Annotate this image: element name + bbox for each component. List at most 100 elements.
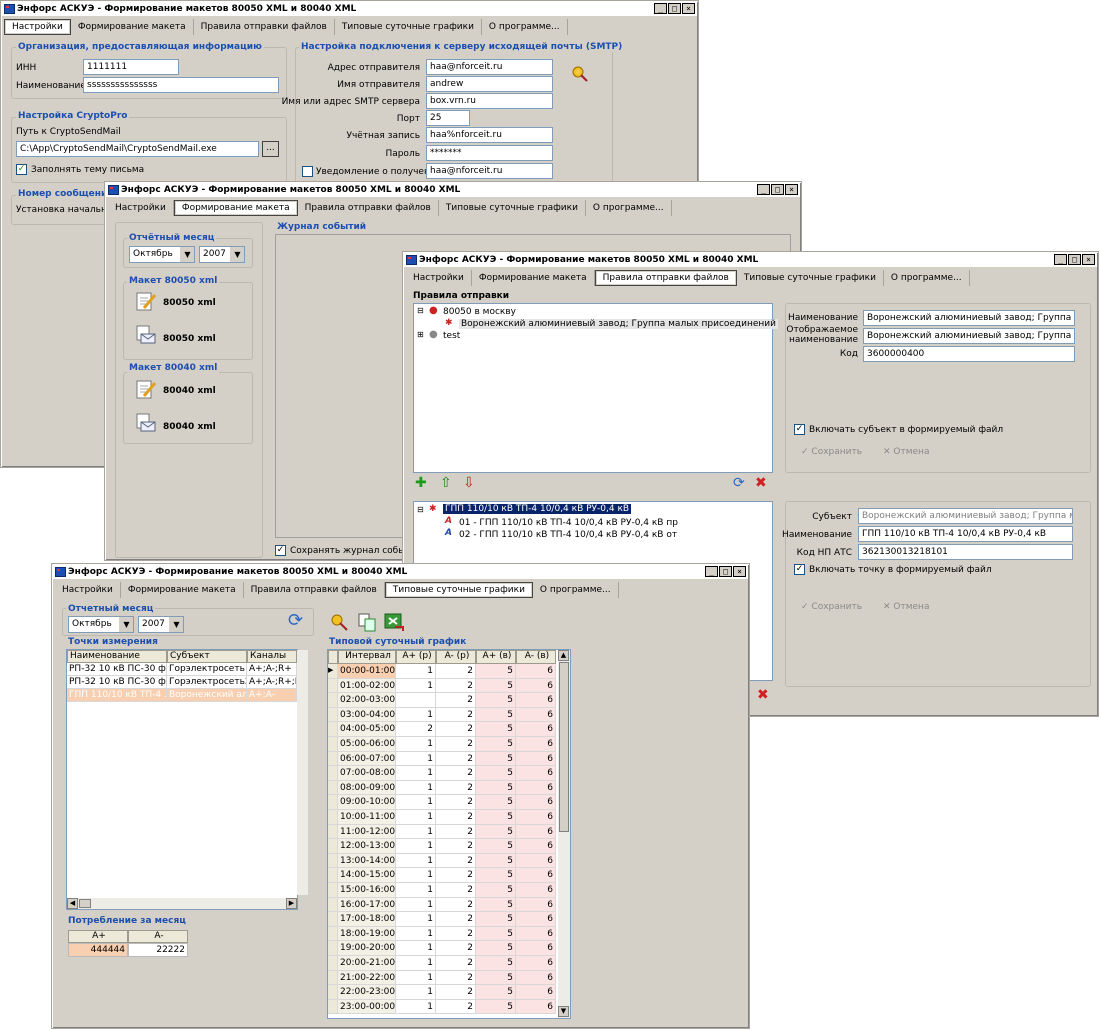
include-point-checkbox[interactable]: ✓ [794,564,805,575]
graph-table-cell[interactable]: 6 [516,693,556,708]
tab-about[interactable]: О программе... [482,19,568,35]
cancel-button[interactable]: ✕ Отмена [883,602,929,612]
send-xml-icon[interactable] [135,324,157,346]
graph-table-cell[interactable]: 01:00-02:00 [338,678,396,694]
tab-form-layout[interactable]: Формирование макета [71,19,194,35]
points-table-cell[interactable]: Горэлектросеть [167,663,247,676]
graph-table-cell[interactable]: 1 [396,810,436,825]
graph-table-cell[interactable]: 2 [436,737,476,752]
graph-table-cell[interactable]: 2 [436,970,476,986]
graph-row-indicator[interactable] [328,926,338,942]
tab-send-rules[interactable]: Правила отправки файлов [594,270,737,286]
graph-table-cell[interactable]: 5 [476,941,516,956]
save-button[interactable]: ✓ Сохранить [801,602,862,612]
graph-row-indicator[interactable]: ▶ [328,664,338,679]
graph-row-indicator[interactable] [328,780,338,796]
close-button[interactable]: × [733,566,746,577]
save-button[interactable]: ✓ Сохранить [801,447,862,457]
graph-row-indicator[interactable] [328,707,338,723]
graph-table-cell[interactable]: 5 [476,780,516,796]
graph-table-cell[interactable]: 5 [476,897,516,913]
graph-table-cell[interactable]: 2 [436,795,476,810]
graph-table-cell[interactable]: 2 [436,707,476,723]
graph-table-cell[interactable]: 5 [476,970,516,986]
graph-table-cell[interactable]: 2 [436,824,476,840]
graph-row-indicator[interactable] [328,941,338,956]
smtp-input[interactable]: ******* [426,145,553,161]
graph-table-cell[interactable]: 5 [476,926,516,942]
graph-table-cell[interactable]: 2 [436,839,476,854]
graph-table-cell[interactable]: 5 [476,985,516,1000]
graph-table-cell[interactable]: 1 [396,912,436,927]
graph-row-indicator[interactable] [328,824,338,840]
tree-expand-icon[interactable]: ⊟ [417,505,424,514]
tree-node[interactable]: test [443,331,460,341]
month-select[interactable]: Октябрь ▼ [68,616,134,633]
graph-table-cell[interactable]: 23:00-00:00 [338,999,396,1015]
graph-column-header[interactable]: Интервал [338,650,396,664]
points-vscroll[interactable] [297,650,308,895]
points-table-cell[interactable]: Горэлектросеть2 [167,676,247,689]
graph-table-cell[interactable]: 6 [516,795,556,810]
smtp-input[interactable]: box.vrn.ru [426,93,553,109]
tab-settings[interactable]: Настройки [4,19,71,35]
graph-table-cell[interactable]: 2 [396,722,436,737]
graph-table-cell[interactable]: 02:00-03:00 [338,693,396,708]
graph-table-cell[interactable]: 16:00-17:00 [338,897,396,913]
crypto-path-input[interactable]: C:\App\CryptoSendMail\CryptoSendMail.exe [16,141,259,157]
graph-table-cell[interactable]: 1 [396,985,436,1000]
graph-table-cell[interactable]: 2 [436,853,476,869]
graph-row-indicator[interactable] [328,722,338,737]
send-80050-button[interactable]: 80050 xml [163,334,216,344]
cancel-button[interactable]: ✕ Отмена [883,447,929,457]
graph-table-cell[interactable]: 2 [436,780,476,796]
graph-row-indicator[interactable] [328,970,338,986]
graph-row-indicator[interactable] [328,956,338,971]
graph-table-cell[interactable]: 6 [516,780,556,796]
title-bar[interactable]: Энфорс АСКУЭ - Формирование макетов 8005… [2,2,697,16]
smtp-input[interactable]: 25 [426,110,470,126]
scroll-left-button[interactable]: ◀ [67,898,78,909]
graph-table-cell[interactable]: 18:00-19:00 [338,926,396,942]
graph-table-cell[interactable]: 00:00-01:00 [338,664,396,679]
graph-table-cell[interactable]: 1 [396,664,436,679]
graph-table-cell[interactable]: 5 [476,912,516,927]
graph-table-cell[interactable]: 6 [516,664,556,679]
graph-table-cell[interactable]: 5 [476,824,516,840]
point-code-input[interactable]: 362130013218101 [858,544,1073,560]
year-select[interactable]: 2007 ▼ [199,246,245,263]
graph-row-indicator[interactable] [328,737,338,752]
tree-node-selected[interactable]: ГПП 110/10 кВ ТП-4 10/0,4 кВ РУ-0,4 кВ [443,504,632,514]
graph-row-indicator[interactable] [328,868,338,883]
refresh-icon[interactable]: ⟳ [733,476,745,490]
delete-icon[interactable]: ✖ [757,688,769,702]
graph-table-cell[interactable]: 13:00-14:00 [338,853,396,869]
export-icon[interactable] [383,611,405,633]
points-table-cell[interactable]: A+;A-;R+;R- [247,676,297,689]
hscroll-thumb[interactable] [79,899,91,908]
graph-column-header[interactable]: A+ (в) [476,650,516,664]
title-bar[interactable]: Энфорс АСКУЭ - Формирование макетов 8005… [53,565,748,579]
graph-table-cell[interactable]: 2 [436,751,476,767]
graph-table-cell[interactable]: 5 [476,956,516,971]
points-table-cell[interactable]: РП-32 10 кВ ПС-30 ф.7 [67,663,167,676]
refresh-icon[interactable]: ⟳ [288,612,303,630]
graph-column-header[interactable]: A- (р) [436,650,476,664]
points-table-cell[interactable]: Воронежский ал... [167,689,247,702]
test-connection-icon[interactable] [569,63,589,83]
graph-table-cell[interactable]: 1 [396,766,436,781]
points-column-header[interactable]: Каналы [247,650,297,663]
graph-table-cell[interactable]: 6 [516,970,556,986]
graph-table-cell[interactable]: 2 [436,883,476,898]
graph-table-cell[interactable]: 5 [476,751,516,767]
graph-row-indicator[interactable] [328,985,338,1000]
graph-table-cell[interactable]: 6 [516,999,556,1015]
close-button[interactable]: × [682,3,695,14]
graph-table-cell[interactable]: 1 [396,883,436,898]
graph-table-cell[interactable]: 2 [436,722,476,737]
graph-column-header[interactable]: A- (в) [516,650,556,664]
graph-table-cell[interactable]: 5 [476,693,516,708]
month-select[interactable]: Октябрь ▼ [129,246,195,263]
points-table-cell[interactable]: РП-32 10 кВ ПС-30 ф.1 [67,676,167,689]
graph-table-cell[interactable]: 1 [396,956,436,971]
